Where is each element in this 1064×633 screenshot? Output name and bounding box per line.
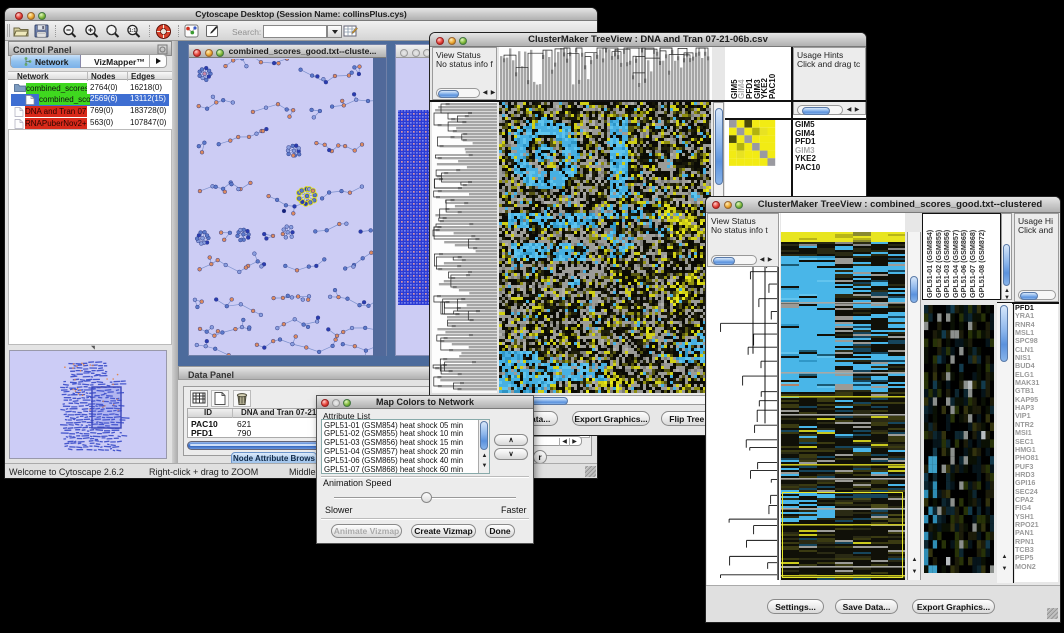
svg-text:1:1: 1:1 [129,28,136,34]
